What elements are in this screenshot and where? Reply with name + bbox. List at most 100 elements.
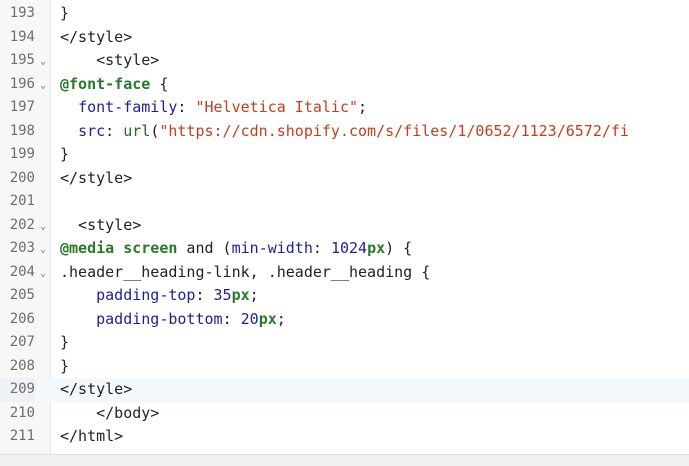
line-number: 200	[9, 169, 35, 186]
code-token: }	[60, 145, 70, 163]
code-token: {	[150, 74, 169, 93]
code-text: <style>	[60, 49, 159, 73]
code-line[interactable]: 198 src: url("https://cdn.shopify.com/s/…	[0, 120, 689, 144]
code-token: ) {	[385, 239, 413, 257]
code-token: :	[177, 98, 196, 116]
code-text: @media screen and (min-width: 1024px) {	[60, 237, 412, 261]
code-line[interactable]: 209 </style>	[0, 378, 689, 402]
code-line[interactable]: 208}	[0, 355, 689, 379]
code-line[interactable]: 204 ⌄ .header__heading-link, .header__head…	[0, 261, 689, 285]
code-line[interactable]: 193}	[0, 2, 689, 26]
code-text: <style>	[60, 214, 141, 238]
code-text: }	[60, 331, 69, 355]
code-editor[interactable]: 193} 194 </style> 195 ⌄ <style> 196 ⌄ @font-fac…	[0, 0, 689, 466]
code-text: </body>	[60, 402, 159, 426]
code-token: <style>	[60, 215, 142, 234]
code-line[interactable]: 207}	[0, 331, 689, 355]
code-token: ;	[276, 309, 286, 328]
chevron-down-icon[interactable]: ⌄	[37, 49, 49, 73]
line-number: 193	[9, 5, 35, 21]
code-token: "https://cdn.shopify.com/s/files/1/0652/…	[159, 121, 629, 140]
code-line[interactable]: 211 </html>	[0, 425, 689, 449]
line-number: 204	[9, 263, 35, 280]
code-token: :	[195, 286, 214, 304]
code-token: </html>	[60, 427, 124, 445]
code-line[interactable]: 203 ⌄ @media screen and (min-width: 1024px…	[0, 237, 689, 261]
code-token: }	[60, 333, 70, 351]
code-text: </style>	[60, 26, 132, 50]
code-token: </style>	[60, 168, 133, 187]
line-number: 196	[9, 75, 35, 92]
code-text: src: url("https://cdn.shopify.com/s/file…	[60, 120, 629, 144]
code-line[interactable]: 201	[0, 190, 689, 214]
chevron-down-icon[interactable]: ⌄	[37, 214, 49, 238]
code-token: px	[231, 286, 250, 304]
line-number: 197	[9, 99, 35, 115]
code-token: (	[150, 121, 160, 140]
code-token: :	[312, 239, 331, 257]
code-token: px	[367, 239, 386, 257]
code-token: }	[60, 356, 70, 375]
line-number: 206	[9, 310, 35, 327]
code-text: font-family: "Helvetica Italic";	[60, 96, 367, 120]
line-number: 199	[9, 146, 35, 162]
code-token: px	[258, 309, 277, 328]
code-text: </style>	[60, 167, 132, 191]
code-token: 20	[240, 309, 259, 328]
line-number: 202	[9, 216, 35, 233]
line-number: 203	[9, 240, 35, 256]
code-line[interactable]: 206 padding-bottom: 20px;	[0, 308, 689, 332]
line-number: 201	[9, 193, 35, 209]
line-number: 209	[0, 378, 35, 402]
code-token: and (	[177, 239, 232, 257]
code-token: :	[105, 121, 124, 140]
code-token: min-width	[231, 239, 313, 257]
code-token: ;	[249, 286, 259, 304]
code-token: padding-top	[96, 286, 196, 304]
code-line[interactable]: 200 </style>	[0, 167, 689, 191]
chevron-down-icon[interactable]: ⌄	[37, 261, 49, 285]
code-line[interactable]: 210 </body>	[0, 402, 689, 426]
code-token: screen	[123, 239, 178, 257]
code-text: .header__heading-link, .header__heading …	[60, 261, 430, 285]
chevron-down-icon[interactable]: ⌄	[37, 237, 49, 261]
code-lines: 193} 194 </style> 195 ⌄ <style> 196 ⌄ @font-fac…	[0, 2, 689, 449]
code-token: 35	[213, 286, 232, 304]
code-token: src	[78, 121, 106, 140]
code-line[interactable]: 195 ⌄ <style>	[0, 49, 689, 73]
code-line[interactable]: 205 padding-top: 35px;	[0, 284, 689, 308]
code-text: padding-bottom: 20px;	[60, 308, 286, 332]
code-token: font-family	[78, 98, 178, 116]
horizontal-scrollbar[interactable]	[0, 454, 689, 466]
code-text: </html>	[60, 425, 123, 449]
code-token: @font-face	[60, 74, 151, 93]
code-token: url	[123, 121, 151, 140]
code-token: }	[60, 4, 70, 22]
code-token: ;	[358, 98, 368, 116]
code-token: 1024	[330, 239, 368, 257]
code-line[interactable]: 202 ⌄ <style>	[0, 214, 689, 238]
code-line[interactable]: 194 </style>	[0, 26, 689, 50]
code-token: </style>	[60, 380, 133, 398]
code-token: .header__heading-link, .header__heading …	[60, 262, 431, 281]
line-number: 198	[9, 122, 35, 139]
code-line[interactable]: 199}	[0, 143, 689, 167]
code-text: @font-face {	[60, 73, 168, 97]
code-text: padding-top: 35px;	[60, 284, 259, 308]
code-line[interactable]: 196 ⌄ @font-face {	[0, 73, 689, 97]
code-token: :	[222, 309, 241, 328]
line-number: 208	[9, 357, 35, 374]
code-token: @media	[60, 239, 115, 257]
chevron-down-icon[interactable]: ⌄	[37, 73, 49, 97]
code-token: "Helvetica Italic"	[195, 98, 359, 116]
code-token: padding-bottom	[96, 309, 223, 328]
code-line[interactable]: 197 font-family: "Helvetica Italic";	[0, 96, 689, 120]
line-number: 207	[9, 334, 35, 350]
code-token: </body>	[60, 403, 160, 422]
code-text: }	[60, 143, 69, 167]
